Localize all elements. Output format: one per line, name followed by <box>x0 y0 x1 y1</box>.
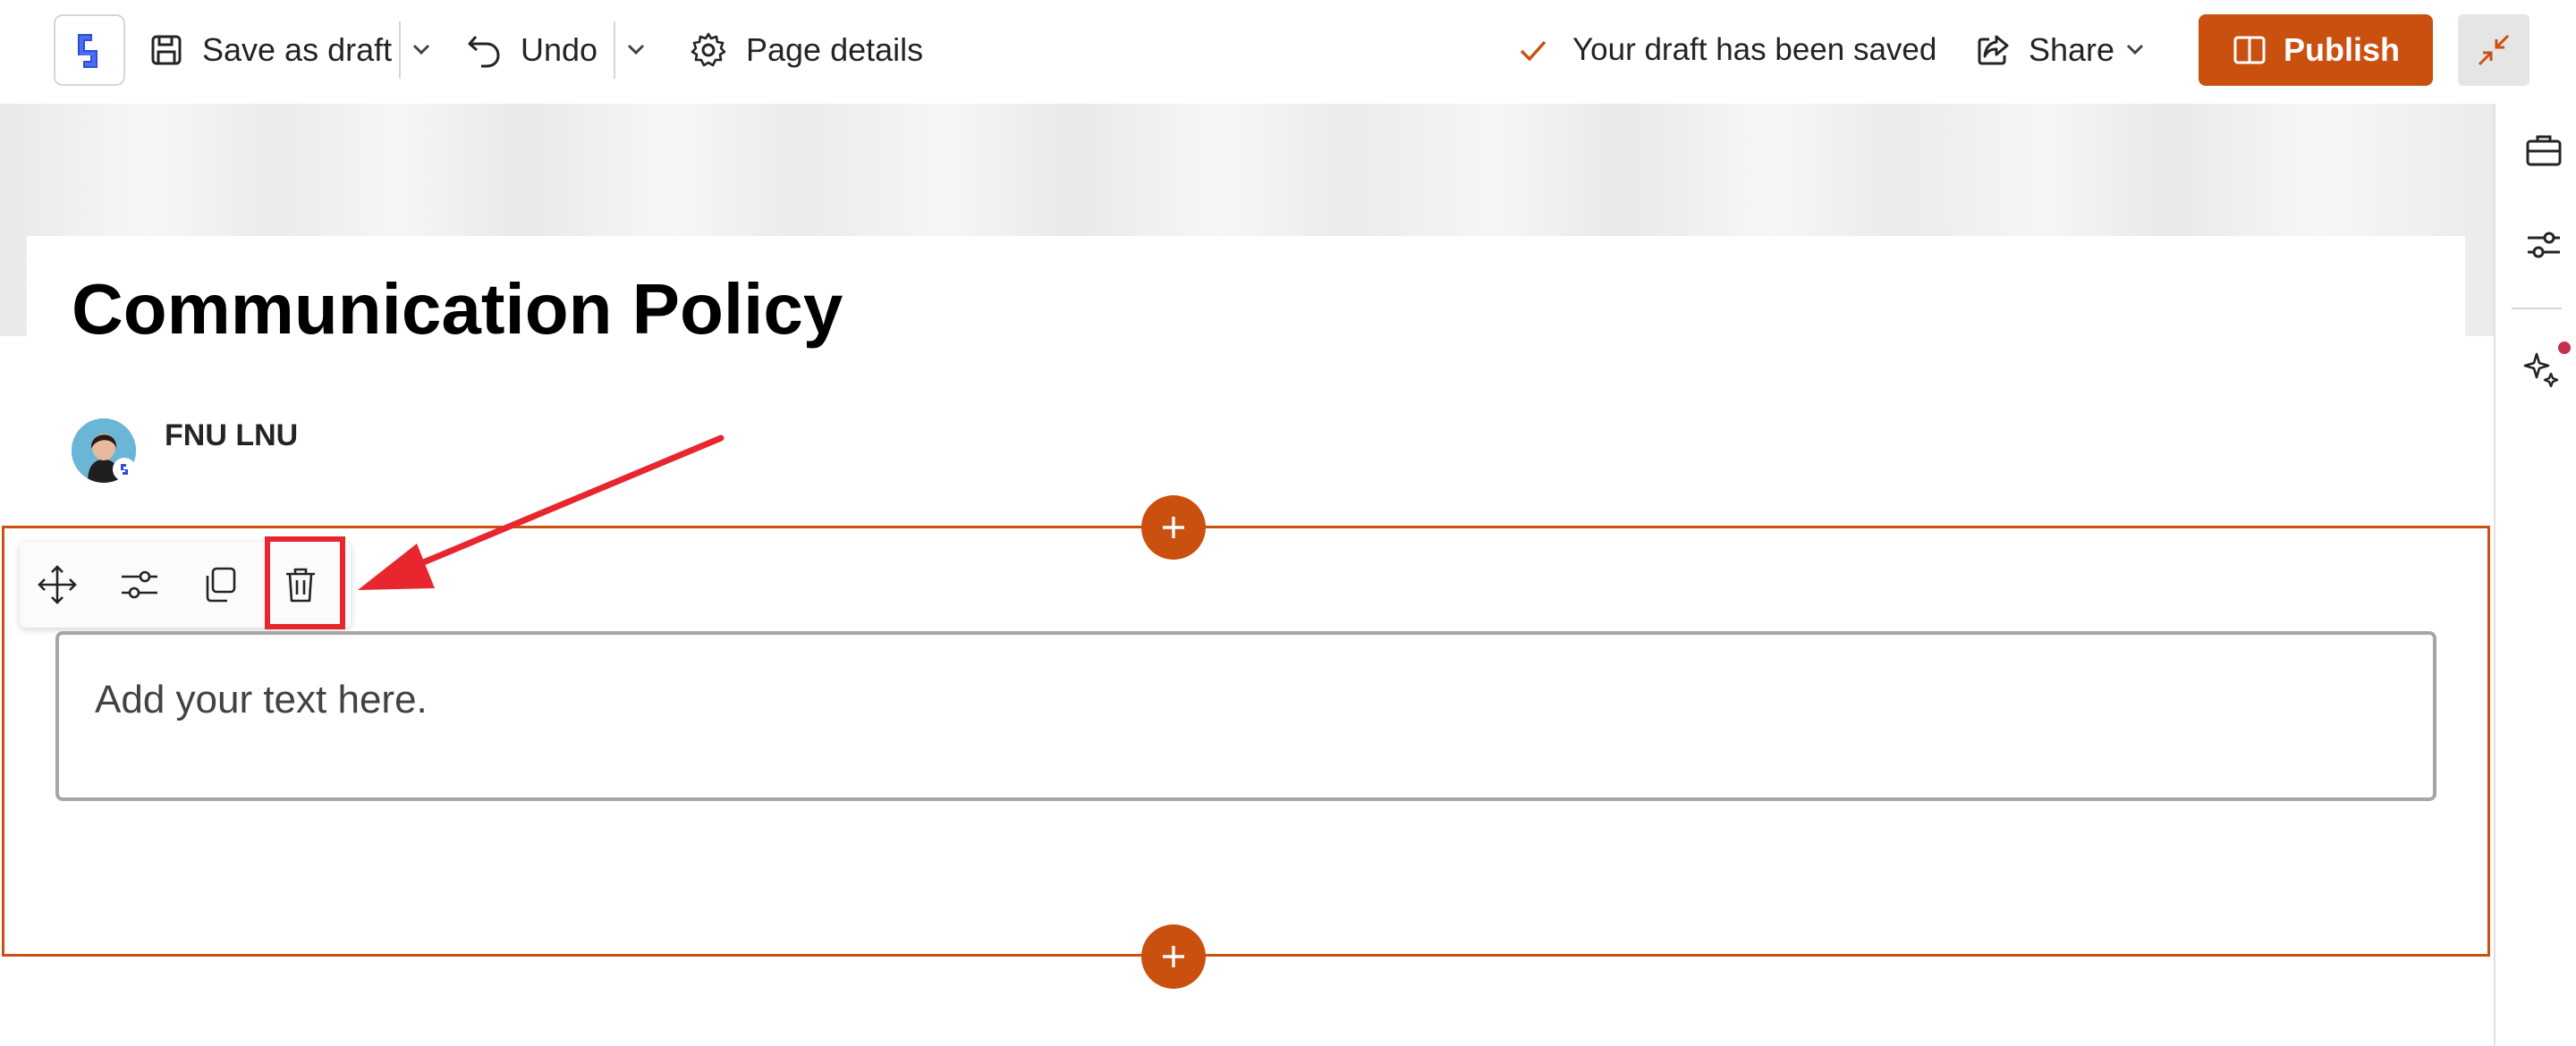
delete-button-highlight <box>265 536 345 629</box>
divider <box>614 21 615 79</box>
sliders-icon <box>2528 232 2560 258</box>
text-webpart-placeholder[interactable]: Add your text here. <box>95 678 428 722</box>
gear-icon <box>691 32 726 67</box>
sliders-icon <box>122 570 157 599</box>
duplicate-button[interactable] <box>195 560 245 610</box>
share-button[interactable]: Share <box>1975 23 2114 77</box>
save-as-draft-button[interactable]: Save as draft <box>148 23 392 77</box>
properties-button[interactable] <box>2524 225 2563 269</box>
chevron-down-icon <box>627 44 645 55</box>
app-logo-button[interactable] <box>54 14 125 86</box>
divider <box>399 21 401 79</box>
undo-button[interactable]: Undo <box>465 23 597 77</box>
move-icon <box>38 565 77 604</box>
save-options-chevron-button[interactable] <box>408 36 435 67</box>
undo-icon <box>468 36 500 68</box>
share-label: Share <box>2029 31 2115 68</box>
collapse-button[interactable] <box>2458 14 2529 86</box>
toolbox-icon <box>2526 135 2562 166</box>
page-details-button[interactable]: Page details <box>689 23 923 77</box>
chevron-down-icon <box>2126 44 2144 55</box>
rail-divider <box>2512 308 2562 309</box>
undo-label: Undo <box>521 31 598 68</box>
save-as-draft-label: Save as draft <box>202 31 393 68</box>
checkmark-icon <box>1520 40 1546 62</box>
edit-properties-button[interactable] <box>114 560 165 610</box>
sharepoint-badge-icon <box>113 458 136 481</box>
publish-label: Publish <box>2283 31 2400 68</box>
share-options-chevron-button[interactable] <box>2122 36 2148 67</box>
chevron-down-icon <box>412 44 430 55</box>
add-section-button-top[interactable] <box>1141 495 1206 560</box>
plus-icon <box>1163 946 1184 967</box>
author-name: FNU LNU <box>165 418 299 452</box>
share-icon <box>1978 35 2009 65</box>
add-section-button-bottom[interactable] <box>1141 924 1206 989</box>
copilot-button[interactable] <box>2522 349 2562 392</box>
notification-dot <box>2558 342 2571 354</box>
save-status: Your draft has been saved <box>1517 27 1936 73</box>
collapse-arrows-icon <box>2478 34 2510 66</box>
duplicate-icon <box>206 567 236 603</box>
plus-icon <box>1163 517 1184 538</box>
save-icon <box>151 35 182 65</box>
page-title[interactable]: Communication Policy <box>72 268 843 350</box>
sharepoint-logo-icon <box>78 34 97 68</box>
toolbox-button[interactable] <box>2524 131 2563 174</box>
page-details-label: Page details <box>746 31 924 68</box>
publish-button[interactable]: Publish <box>2199 14 2433 86</box>
move-button[interactable] <box>32 560 82 610</box>
save-status-text: Your draft has been saved <box>1572 32 1937 67</box>
book-icon <box>2233 36 2266 64</box>
sparkle-icon <box>2523 352 2559 388</box>
undo-options-chevron-button[interactable] <box>623 36 649 67</box>
